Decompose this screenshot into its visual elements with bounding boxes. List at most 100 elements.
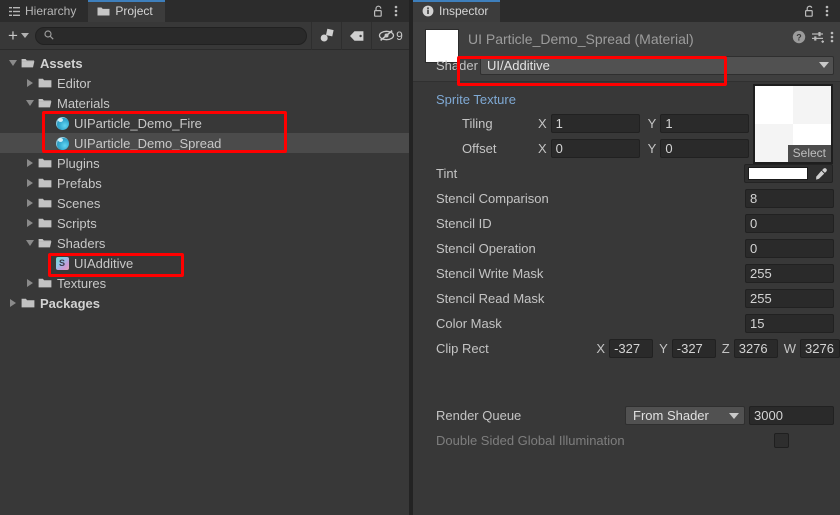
material-title: UI Particle_Demo_Spread (Material) xyxy=(468,31,694,47)
tab-project-label: Project xyxy=(115,4,153,18)
help-icon[interactable]: ? xyxy=(792,30,806,44)
chevron-right-icon[interactable] xyxy=(23,193,36,213)
tiling-x-input[interactable]: 1 xyxy=(550,114,640,133)
render-queue-value-input[interactable]: 3000 xyxy=(749,406,834,425)
search-field[interactable] xyxy=(34,26,307,45)
tree-row[interactable]: Packages xyxy=(0,293,409,313)
material-icon xyxy=(53,136,71,150)
shader-row: Shader UI/Additive xyxy=(423,55,834,75)
plus-icon: + xyxy=(8,26,18,45)
clip-rect-input[interactable]: -327 xyxy=(609,339,654,358)
stencil-properties: Stencil Comparison 8 Stencil ID 0 Stencil Op… xyxy=(413,186,840,336)
render-queue-dropdown[interactable]: From Shader xyxy=(625,406,745,425)
clip-rect-input[interactable]: 3276 xyxy=(800,339,840,358)
clip-rect-axis-label: X xyxy=(596,341,606,356)
double-sided-gi-checkbox[interactable] xyxy=(774,433,789,448)
asset-type-filter-icon[interactable] xyxy=(311,21,341,50)
tree-row-label: Assets xyxy=(40,55,83,71)
tree-row-label: Editor xyxy=(57,75,91,91)
offset-x-input[interactable]: 0 xyxy=(550,139,640,158)
chevron-right-icon[interactable] xyxy=(6,293,19,313)
property-value-input[interactable]: 255 xyxy=(745,264,834,283)
lock-icon[interactable] xyxy=(801,2,817,20)
folder-icon xyxy=(36,177,54,189)
folder-icon xyxy=(19,297,37,309)
folder-icon xyxy=(36,197,54,209)
kebab-menu-icon[interactable] xyxy=(819,2,835,20)
property-value-input[interactable]: 0 xyxy=(745,214,834,233)
tree-row[interactable]: Scenes xyxy=(0,193,409,213)
project-tabbar: Hierarchy Project xyxy=(0,0,409,22)
property-value-input[interactable]: 8 xyxy=(745,189,834,208)
select-texture-button[interactable]: Select xyxy=(787,145,831,162)
tree-row[interactable]: UIParticle_Demo_Spread xyxy=(0,133,409,153)
chevron-right-icon[interactable] xyxy=(23,173,36,193)
tint-color-swatch[interactable] xyxy=(748,167,808,180)
svg-text:?: ? xyxy=(796,32,802,42)
tree-row[interactable]: S UIAdditive xyxy=(0,253,409,273)
tree-row[interactable]: Plugins xyxy=(0,153,409,173)
double-sided-gi-row: Double Sided Global Illumination xyxy=(413,428,840,453)
preset-icon[interactable] xyxy=(811,30,825,44)
tree-row-label: Shaders xyxy=(57,235,106,251)
tree-row[interactable]: Materials xyxy=(0,93,409,113)
property-row: Stencil ID 0 xyxy=(413,211,840,236)
project-tabbar-actions xyxy=(370,0,409,22)
property-label: Stencil Comparison xyxy=(436,191,549,206)
tab-project[interactable]: Project xyxy=(88,0,166,22)
tab-inspector[interactable]: Inspector xyxy=(413,0,501,22)
lock-icon[interactable] xyxy=(370,2,386,20)
property-label: Color Mask xyxy=(436,316,502,331)
add-asset-button[interactable]: + xyxy=(6,26,35,45)
kebab-menu-icon[interactable] xyxy=(830,30,834,44)
material-header: UI Particle_Demo_Spread (Material) ? Sha… xyxy=(413,22,840,82)
sprite-texture-preview[interactable]: Select xyxy=(753,84,833,164)
chevron-right-icon[interactable] xyxy=(23,213,36,233)
property-value-input[interactable]: 255 xyxy=(745,289,834,308)
tree-row-label: Scenes xyxy=(57,195,101,211)
kebab-menu-icon[interactable] xyxy=(388,2,404,20)
property-value-input[interactable]: 0 xyxy=(745,239,834,258)
tree-row-label: Prefabs xyxy=(57,175,102,191)
tree-row[interactable]: Scripts xyxy=(0,213,409,233)
tiling-y-input[interactable]: 1 xyxy=(660,114,750,133)
unity-editor-window: Hierarchy Project + 9 Assets Editor Mate… xyxy=(0,0,840,515)
property-value-input[interactable]: 15 xyxy=(745,314,834,333)
material-properties: Select Sprite Texture Tiling X 1 Y 1 Off… xyxy=(413,82,840,453)
clip-rect-axis-label: W xyxy=(783,341,796,356)
tree-row[interactable]: Prefabs xyxy=(0,173,409,193)
clip-rect-field: W 3276 xyxy=(778,339,840,358)
offset-y-axis-label: Y xyxy=(647,141,657,156)
shader-dropdown[interactable]: UI/Additive xyxy=(480,55,834,75)
search-input[interactable] xyxy=(57,29,298,42)
offset-x-axis-label: X xyxy=(538,141,547,156)
tree-row-label: UIAdditive xyxy=(74,255,134,271)
chevron-down-icon[interactable] xyxy=(6,53,19,73)
chevron-down-icon[interactable] xyxy=(23,233,36,253)
folder-icon xyxy=(36,77,54,89)
tiling-label: Tiling xyxy=(462,116,493,131)
chevron-down-icon[interactable] xyxy=(23,93,36,113)
material-icon xyxy=(53,116,71,130)
clip-rect-input[interactable]: 3276 xyxy=(733,339,778,358)
clip-rect-input[interactable]: -327 xyxy=(671,339,716,358)
tree-row[interactable]: Shaders xyxy=(0,233,409,253)
chevron-right-icon[interactable] xyxy=(23,153,36,173)
hidden-items-icon[interactable]: 9 xyxy=(371,21,409,50)
tree-row[interactable]: UIParticle_Demo_Fire xyxy=(0,113,409,133)
eyedropper-icon[interactable] xyxy=(810,164,832,183)
chevron-down-icon xyxy=(729,412,739,419)
tab-hierarchy[interactable]: Hierarchy xyxy=(0,0,89,22)
tree-row[interactable]: Assets xyxy=(0,53,409,73)
clip-rect-field: Y -327 xyxy=(653,339,716,358)
offset-y-input[interactable]: 0 xyxy=(660,139,750,158)
chevron-right-icon[interactable] xyxy=(23,273,36,293)
label-filter-icon[interactable] xyxy=(341,21,371,50)
tree-row[interactable]: Textures xyxy=(0,273,409,293)
project-asset-tree[interactable]: Assets Editor Materials UIParticle_Demo_Fir… xyxy=(0,50,409,313)
folder-icon xyxy=(36,277,54,289)
tint-color-control[interactable] xyxy=(744,164,833,183)
tree-row[interactable]: Editor xyxy=(0,73,409,93)
chevron-right-icon[interactable] xyxy=(23,73,36,93)
